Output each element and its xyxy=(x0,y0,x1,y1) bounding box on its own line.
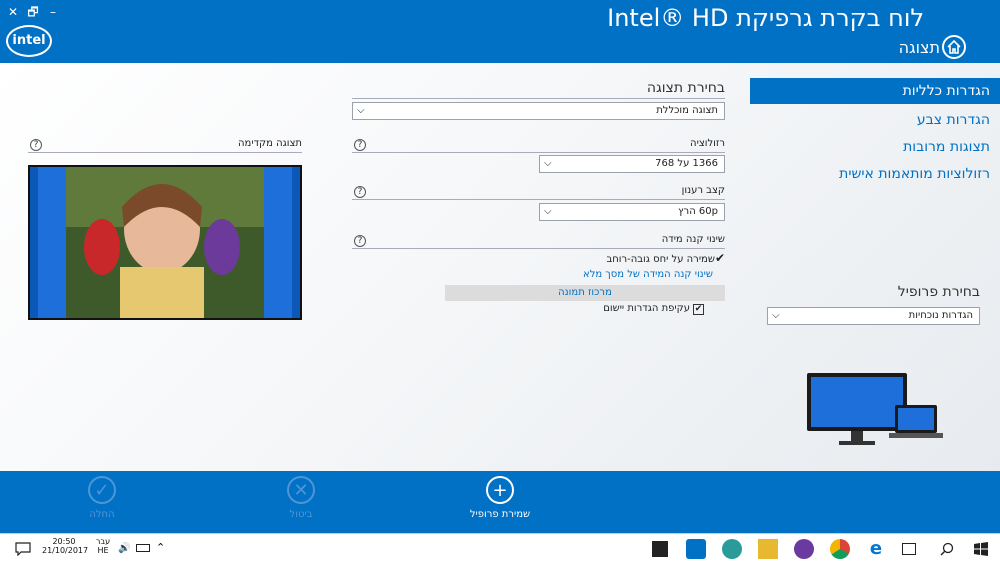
monitor-laptop-icon xyxy=(807,373,943,445)
header-bar: ✕ 🗗 – intel לוח בקרת גרפיקת Intel® HD תצ… xyxy=(0,0,1000,63)
plus-icon: + xyxy=(486,476,514,504)
chevron-down-icon: ⌵ xyxy=(357,105,365,116)
save-profile-label: שמירת פרופיל xyxy=(469,509,531,520)
display-dropdown-value: תצוגה מוכללת xyxy=(656,105,718,116)
apply-button[interactable]: ✓ החלה xyxy=(62,471,142,533)
profile-dropdown-value: הגדרות נוכחיות xyxy=(908,310,973,321)
help-icon[interactable]: ? xyxy=(354,139,366,151)
start-icon[interactable] xyxy=(974,542,988,556)
resolution-dropdown-value: 1366 על 768 xyxy=(655,158,718,169)
help-icon[interactable]: ? xyxy=(30,139,42,151)
edge-icon[interactable]: e xyxy=(866,539,886,559)
photos-app-icon[interactable] xyxy=(650,539,670,559)
footer-bar: ✓ החלה ✕ ביטול + שמירת פרופיל xyxy=(0,471,1000,533)
sidebar-item-multiple-displays[interactable]: תצוגות מרובות xyxy=(750,134,1000,160)
preview-image xyxy=(30,167,300,318)
checkbox-checked-icon: ✔ xyxy=(693,304,704,315)
center-image-option[interactable]: מרכוז תמונה xyxy=(445,285,725,301)
profile-dropdown[interactable]: הגדרות נוכחיות ⌵ xyxy=(767,307,980,325)
chevron-down-icon: ⌵ xyxy=(544,206,552,217)
apply-label: החלה xyxy=(89,509,115,520)
clock-date: 21/10/2017 xyxy=(42,546,89,555)
help-icon[interactable]: ? xyxy=(354,235,366,247)
task-view-icon[interactable] xyxy=(902,543,916,555)
scaling-label: שינוי קנה מידה xyxy=(352,234,725,249)
app-title: לוח בקרת גרפיקת Intel® HD xyxy=(607,4,924,32)
close-icon: ✕ xyxy=(287,476,315,504)
chevron-down-icon: ⌵ xyxy=(772,310,780,321)
chevron-up-icon[interactable]: ⌃ xyxy=(156,541,165,554)
app-icon[interactable] xyxy=(722,539,742,559)
preview-label: תצוגה מקדימה xyxy=(28,138,302,153)
volume-icon[interactable]: 🔊 xyxy=(118,543,130,554)
chevron-down-icon: ⌵ xyxy=(544,158,552,169)
chrome-icon[interactable] xyxy=(830,539,850,559)
intel-graphics-app-icon[interactable] xyxy=(686,539,706,559)
override-app-checkbox[interactable]: ✔עקיפת הגדרות יישום xyxy=(603,303,704,315)
language-bottom: HE xyxy=(97,546,109,555)
resolution-dropdown[interactable]: 1366 על 768 ⌵ xyxy=(539,155,725,173)
sidebar-item-color-settings[interactable]: הגדרות צבע xyxy=(750,107,1000,133)
refresh-rate-label: קצב רענון xyxy=(352,185,725,200)
check-icon: ✓ xyxy=(88,476,116,504)
override-app-label: עקיפת הגדרות יישום xyxy=(603,303,690,314)
language-top: עבר xyxy=(95,537,111,546)
cancel-label: ביטול xyxy=(289,509,313,520)
sidebar-item-general-settings[interactable]: הגדרות כלליות xyxy=(750,78,1000,104)
refresh-rate-dropdown-value: 60p הרץ xyxy=(678,206,718,217)
battery-icon[interactable] xyxy=(136,544,150,552)
language-indicator[interactable]: עבר HE xyxy=(92,537,114,555)
maintain-aspect-label: שמירה על יחס גובה-רוחב xyxy=(606,254,715,265)
full-screen-scaling-option[interactable]: שינוי קנה המידה של מסך מלא xyxy=(583,269,713,280)
maintain-aspect-checkbox[interactable]: ✔שמירה על יחס גובה-רוחב xyxy=(606,251,725,265)
checkmark-icon: ✔ xyxy=(714,251,725,265)
cancel-button[interactable]: ✕ ביטול xyxy=(261,471,341,533)
profile-heading: בחירת פרופיל xyxy=(897,284,980,300)
minimize-icon[interactable]: – xyxy=(46,4,60,20)
display-dropdown[interactable]: תצוגה מוכללת ⌵ xyxy=(352,102,725,120)
page-title: תצוגה xyxy=(898,38,940,57)
sidebar-item-custom-resolutions[interactable]: רזולוציות מותאמות אישית xyxy=(750,161,1000,187)
clock[interactable]: 20:50 21/10/2017 xyxy=(42,537,89,555)
help-icon[interactable]: ? xyxy=(354,186,366,198)
notifications-icon[interactable] xyxy=(15,542,31,556)
resolution-label: רזולוציה xyxy=(352,138,725,153)
file-explorer-icon[interactable] xyxy=(758,539,778,559)
main-panel: הגדרות כלליות הגדרות צבע תצוגות מרובות ר… xyxy=(0,63,1000,471)
browser-icon[interactable] xyxy=(794,539,814,559)
taskbar: 20:50 21/10/2017 עבר HE 🔊 ⌃ e xyxy=(0,533,1000,563)
home-button[interactable] xyxy=(942,35,966,59)
intel-logo: intel xyxy=(6,25,52,57)
display-heading: בחירת תצוגה xyxy=(352,80,725,99)
refresh-rate-dropdown[interactable]: 60p הרץ ⌵ xyxy=(539,203,725,221)
home-icon xyxy=(947,40,961,54)
window-controls: ✕ 🗗 – xyxy=(6,4,60,20)
search-icon[interactable] xyxy=(940,542,954,556)
restore-icon[interactable]: 🗗 xyxy=(26,4,40,20)
preview-frame xyxy=(28,165,302,320)
close-icon[interactable]: ✕ xyxy=(6,4,20,20)
clock-time: 20:50 xyxy=(52,537,76,546)
save-profile-button[interactable]: + שמירת פרופיל xyxy=(460,471,540,533)
